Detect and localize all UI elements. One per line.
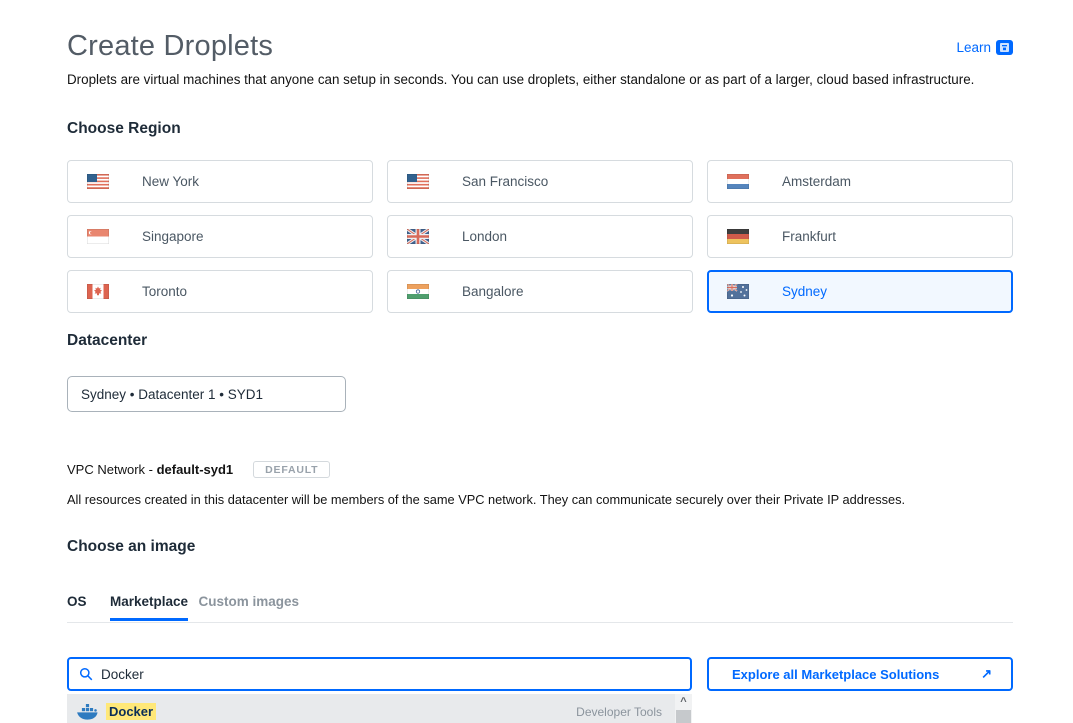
learn-doc-icon [996, 40, 1013, 55]
region-label: Bangalore [462, 284, 524, 299]
learn-link-label: Learn [956, 40, 991, 55]
flag-in-icon [407, 284, 429, 299]
marketplace-search-box [67, 657, 692, 691]
flag-ca-icon [87, 284, 109, 299]
vpc-network-name: default-syd1 [157, 462, 234, 477]
result-item-docker[interactable]: Docker Developer Tools An open platform … [67, 694, 692, 723]
page-subtitle: Droplets are virtual machines that anyon… [67, 72, 1013, 87]
dropdown-scrollbar: ^ [675, 694, 692, 723]
scrollbar-thumb[interactable] [676, 710, 691, 723]
vpc-description: All resources created in this datacenter… [67, 492, 1013, 507]
datacenter-selected-value: Sydney • Datacenter 1 • SYD1 [81, 387, 263, 402]
region-grid: New York San Francisco Amsterdam Singapo… [67, 160, 1013, 313]
choose-image-heading: Choose an image [67, 538, 1013, 556]
page-header: Create Droplets Learn [67, 30, 1013, 63]
flag-au-icon [727, 284, 749, 299]
docker-whale-icon [77, 704, 98, 720]
search-icon [79, 667, 93, 681]
flag-sg-icon [87, 229, 109, 244]
page-title: Create Droplets [67, 30, 273, 63]
region-button-san-francisco[interactable]: San Francisco [387, 160, 693, 203]
vpc-label: VPC Network - default-syd1 [67, 462, 233, 477]
datacenter-heading: Datacenter [67, 332, 1013, 350]
scroll-up-button[interactable]: ^ [675, 694, 692, 710]
image-tabs: OS Marketplace Custom images [67, 593, 1013, 623]
flag-us-icon [407, 174, 429, 189]
region-label: London [462, 229, 507, 244]
flag-de-icon [727, 229, 749, 244]
region-label: Frankfurt [782, 229, 836, 244]
explore-button-label: Explore all Marketplace Solutions [732, 667, 939, 682]
learn-link[interactable]: Learn [956, 40, 1013, 55]
region-label: Singapore [142, 229, 204, 244]
tab-marketplace[interactable]: Marketplace [110, 594, 188, 609]
vpc-default-badge: DEFAULT [253, 461, 330, 478]
marketplace-search-input[interactable] [101, 667, 680, 682]
region-button-new-york[interactable]: New York [67, 160, 373, 203]
flag-nl-icon [727, 174, 749, 189]
region-label: Toronto [142, 284, 187, 299]
region-label: San Francisco [462, 174, 548, 189]
region-button-amsterdam[interactable]: Amsterdam [707, 160, 1013, 203]
search-results-dropdown: Docker Developer Tools An open platform … [67, 694, 692, 723]
region-button-singapore[interactable]: Singapore [67, 215, 373, 258]
region-button-sydney[interactable]: Sydney [707, 270, 1013, 313]
explore-marketplace-button[interactable]: Explore all Marketplace Solutions ↗ [707, 657, 1013, 691]
arrow-up-right-icon: ↗ [981, 666, 992, 682]
tab-os[interactable]: OS [67, 594, 87, 609]
region-label: Sydney [782, 284, 827, 299]
region-label: New York [142, 174, 199, 189]
region-button-frankfurt[interactable]: Frankfurt [707, 215, 1013, 258]
flag-us-icon [87, 174, 109, 189]
choose-region-heading: Choose Region [67, 120, 1013, 138]
tab-custom-images[interactable]: Custom images [198, 594, 299, 609]
result-category: Developer Tools [576, 705, 662, 719]
marketplace-search-row: Explore all Marketplace Solutions ↗ [67, 657, 1013, 691]
region-label: Amsterdam [782, 174, 851, 189]
result-name-highlighted: Docker [106, 703, 156, 720]
region-button-bangalore[interactable]: Bangalore [387, 270, 693, 313]
vpc-network-row: VPC Network - default-syd1 DEFAULT [67, 461, 1013, 478]
region-button-toronto[interactable]: Toronto [67, 270, 373, 313]
flag-gb-icon [407, 229, 429, 244]
datacenter-select[interactable]: Sydney • Datacenter 1 • SYD1 [67, 376, 346, 412]
region-button-london[interactable]: London [387, 215, 693, 258]
